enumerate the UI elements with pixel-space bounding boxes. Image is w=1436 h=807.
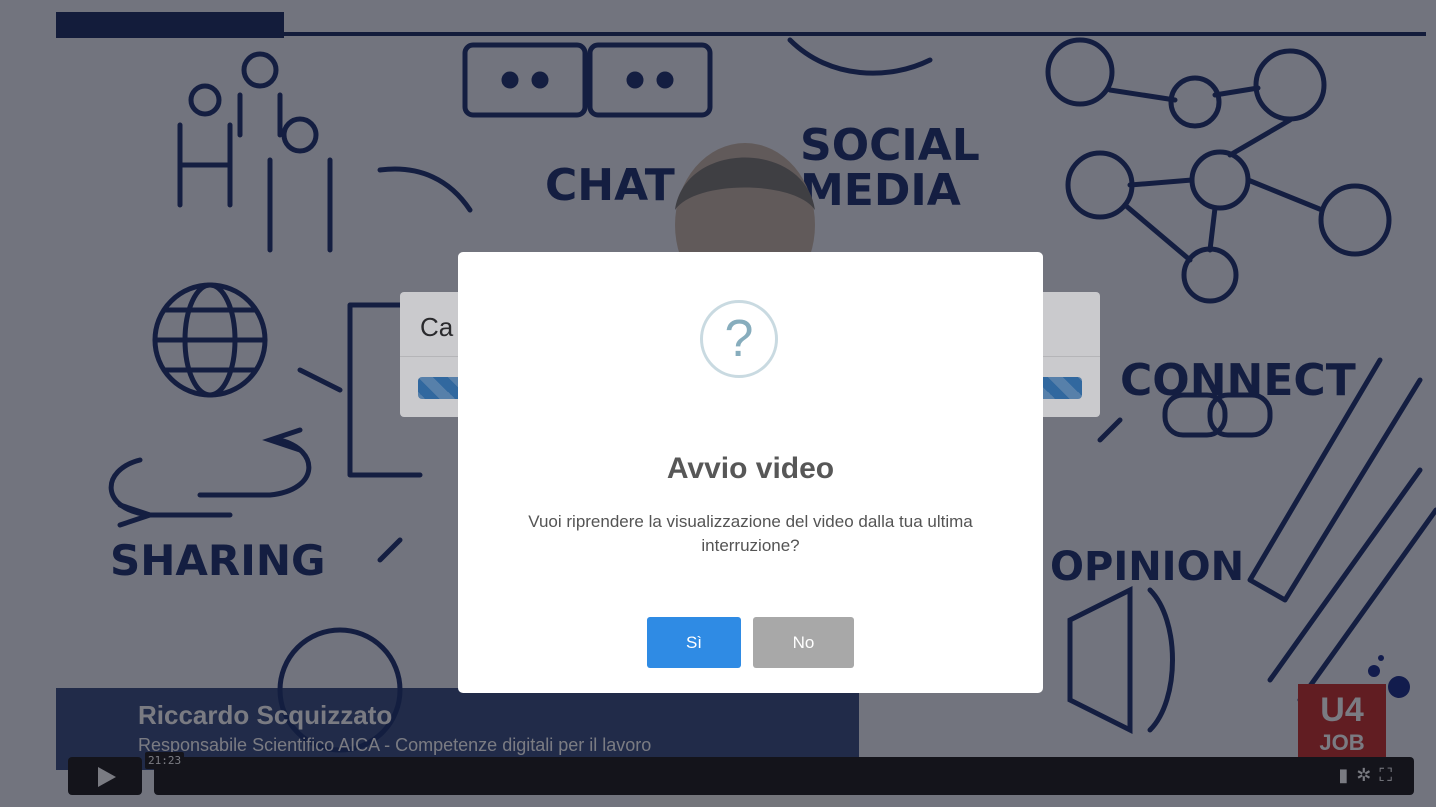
resume-video-dialog: ? Avvio video Vuoi riprendere la visuali… <box>458 252 1043 693</box>
dialog-title: Avvio video <box>666 452 835 485</box>
cancel-button[interactable]: No <box>753 617 854 668</box>
question-icon: ? <box>700 300 778 378</box>
confirm-button[interactable]: Sì <box>647 617 741 668</box>
dialog-message: Vuoi riprendere la visualizzazione del v… <box>528 512 973 555</box>
